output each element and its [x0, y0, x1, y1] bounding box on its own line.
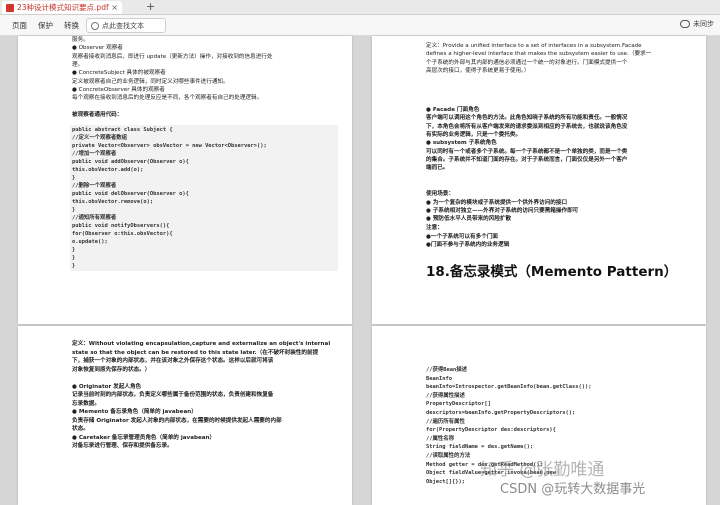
toolbar: 页面 保护 转换 点此查找文本 未同步: [0, 15, 720, 36]
text-line: ● ConcreteObserver 具体的观察者: [72, 86, 165, 93]
text-line: 客户端可以调用这个角色的方法。此角色知晓子系统的所有功能和责任。一般情况: [426, 115, 628, 122]
tab-title: 23种设计模式知识要点.pdf: [17, 3, 109, 12]
code-line: }: [72, 263, 76, 269]
text-line: 状态。: [72, 426, 89, 432]
menu-convert[interactable]: 转换: [64, 20, 79, 31]
code-line: descriptors=beanInfo.getPropertyDescript…: [426, 410, 576, 416]
pdf-file-icon: [6, 3, 14, 12]
code-line: beanInfo=Introspector.getBeanInfo(bean.g…: [426, 384, 592, 391]
search-placeholder: 点此查找文本: [102, 21, 144, 30]
code-line: String fieldName = des.getName();: [426, 444, 534, 451]
cloud-icon: [680, 20, 690, 28]
code-line: //通知所有观察者: [72, 215, 117, 221]
section-heading: 18.备忘录模式（Memento Pattern）: [426, 264, 678, 280]
text-line: 记录当前时刻的内部状态，负责定义哪些属于备份范围的状态，负责创建和恢复备: [72, 392, 274, 398]
code-line: //定义一个观察者数组: [72, 135, 128, 141]
code-line: public void addObserver(Observer o){: [72, 159, 189, 165]
text-line: 负责存储 Originator 发起人对象的内部状态，在需要的时候提供发起人需要…: [72, 417, 282, 424]
definition-line: 高层次的接口，使得子系统更易于使用。）: [426, 67, 530, 74]
code-line: Object[]{});: [426, 478, 465, 485]
usage-item: ● 子系统相对独立——外界对子系统的访问只要黑箱操作即可: [426, 208, 579, 214]
code-line: }: [72, 255, 76, 261]
text-line: 端而已。: [426, 165, 449, 172]
code-line: private Vector<Observer> obsVector = new…: [72, 143, 267, 149]
text-line: 理。: [72, 61, 84, 68]
text-line: 下，本角色会将所有从客户端发来的请求委派到相应的子系统去，也就说该角色没: [426, 123, 628, 130]
search-input[interactable]: 点此查找文本: [86, 18, 166, 33]
code-line: }: [72, 175, 76, 181]
text-line: 被观察者通用代码：: [72, 111, 123, 118]
code-line: //获得Bean描述: [426, 367, 468, 373]
text-line: 可以同时有一个或者多个子系统。每一个子系统都不是一个单独的类，而是一个类: [426, 148, 628, 155]
search-icon: [91, 21, 99, 30]
menu-protect[interactable]: 保护: [38, 20, 53, 31]
definition-line: defines a higher-level interface that ma…: [426, 51, 652, 58]
usage-item: ● 为一个复杂的模块或子系统提供一个供外界访问的接口: [426, 200, 568, 206]
text-line: ● Memento 备忘录角色（简单的 javabean）: [72, 409, 197, 415]
code-line: for(PropertyDescriptor des:descriptors){: [426, 427, 556, 434]
text-line: 的集合。子系统并不知道门面的存在。对于子系统而言，门面仅仅是另外一个客户: [426, 156, 628, 163]
code-line: o.update();: [72, 239, 108, 245]
text-line: ● Observer 观察者: [72, 45, 123, 52]
usage-item: ● 预防低水平人员带来的风险扩散: [426, 216, 512, 222]
code-line: public abstract class Subject {: [72, 127, 173, 133]
usage-title: 使用场景：: [426, 191, 454, 197]
sync-status[interactable]: 未同步: [680, 19, 714, 29]
note-item: ●一个子系统可以有多个门面: [426, 234, 499, 240]
code-line: }: [72, 207, 76, 213]
new-tab-button[interactable]: +: [146, 0, 155, 13]
pdf-page-3: 定义：Without violating encapsulation,captu…: [18, 326, 352, 505]
text-line: 忘录数据。: [72, 400, 100, 407]
text-line: ● subsystem 子系统角色: [426, 140, 497, 147]
definition-line: 个子系统的外部与其内部的通信必须通过一个统一的对象进行。门面模式提供一个: [426, 59, 628, 66]
code-line: //读取属性的方法: [426, 453, 471, 459]
text-line: 下，捕获一个对象的内部状态，并在该对象之外保存这个状态。这样以后就可将该: [72, 358, 274, 364]
close-tab-icon[interactable]: ×: [111, 3, 118, 12]
code-line: //属性名称: [426, 435, 455, 442]
code-line: //删除一个观察者: [72, 183, 117, 189]
code-line: BeanInfo: [426, 375, 452, 382]
code-line: this.obsVector.add(o);: [72, 167, 144, 173]
text-line: 服务。: [72, 37, 89, 43]
code-line: for(Observer o:this.obsVector){: [72, 231, 173, 237]
tab-bar: 23种设计模式知识要点.pdf × +: [0, 0, 720, 15]
text-line: ● Originator 发起人角色: [72, 383, 142, 390]
pdf-page-1: 服务。 ● Observer 观察者 观察者接收到消息后，即进行 update（更新…: [18, 36, 352, 324]
code-line: //遍历所有属性: [426, 418, 465, 425]
text-line: ● ConcreteSubject 具体的被观察者: [72, 70, 166, 77]
note-item: ●门面不参与子系统内的业务逻辑: [426, 242, 510, 248]
code-line: PropertyDescriptor[]: [426, 401, 491, 408]
text-line: 观察者接收到消息后，即进行 update（更新方法）操作，对接收到的信息进行处: [72, 53, 273, 60]
notes-title: 注意：: [426, 225, 443, 231]
text-line: 对备忘录进行管理、保存和提供备忘录。: [72, 443, 173, 449]
text-line: 每个观察在接收到消息后的处理反应是不同，各个观察者有自己的处理逻辑。: [72, 95, 263, 102]
menu-page[interactable]: 页面: [12, 20, 27, 31]
code-line: public void delObserver(Observer o){: [72, 191, 189, 197]
text-line: 定义被观察者自己的业务逻辑，同时定义对哪些事件进行通知。: [72, 78, 229, 85]
text-line: 定义：Without violating encapsulation,captu…: [72, 341, 331, 347]
text-line: ● Facade 门面角色: [426, 107, 480, 113]
code-line: //增加一个观察者: [72, 151, 117, 157]
zhihu-watermark: 知乎 @张勤唯通: [480, 460, 605, 480]
text-line: 对象恢复到原先保存的状态。）: [72, 366, 151, 373]
code-line: }: [72, 247, 76, 253]
sync-label: 未同步: [693, 20, 714, 28]
csdn-watermark: CSDN @玩转大数据事光: [500, 482, 646, 497]
text-line: 有实际的业务逻辑，只是一个委托类。: [426, 131, 522, 138]
document-tab[interactable]: 23种设计模式知识要点.pdf ×: [2, 1, 122, 14]
code-line: public void notifyObservers(){: [72, 223, 170, 229]
code-line: //获得属性描述: [426, 392, 465, 399]
pdf-page-2: 定义：Provide a unified interface to a set …: [372, 36, 706, 324]
code-line: this.obsVector.remove(o);: [72, 199, 154, 205]
text-line: ● Caretaker 备忘录管理员角色（简单的 javabean）: [72, 434, 216, 441]
text-line: state so that the object can be restored…: [72, 349, 319, 356]
definition-line: 定义：Provide a unified interface to a set …: [426, 43, 642, 49]
